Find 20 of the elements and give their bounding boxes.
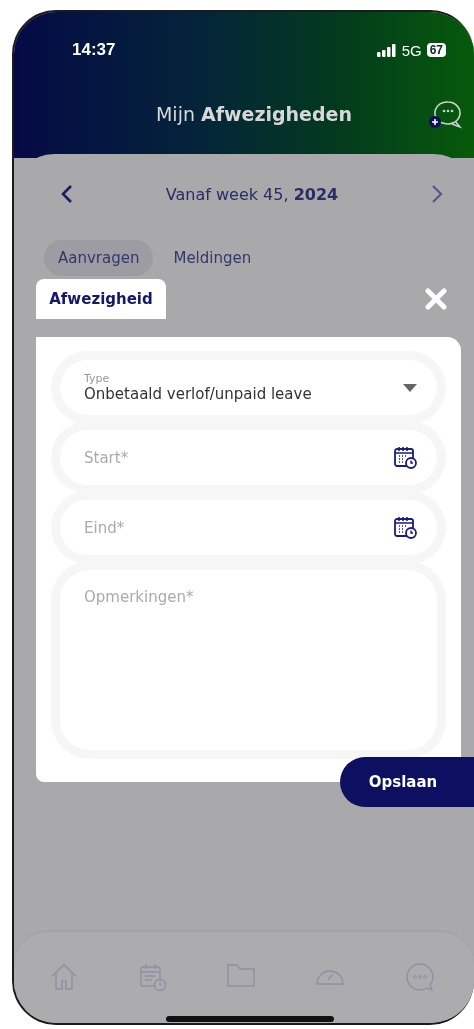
tab[interactable]: Meldingen bbox=[159, 240, 266, 276]
previous-week-button[interactable] bbox=[60, 184, 74, 204]
next-week-button[interactable] bbox=[430, 184, 444, 204]
battery-level: 67 bbox=[426, 43, 446, 57]
signal-icon bbox=[376, 43, 397, 57]
dropdown-icon bbox=[403, 383, 417, 392]
page-title: Mijn Afwezigheden bbox=[155, 103, 353, 125]
calendar-icon[interactable] bbox=[394, 516, 417, 539]
calendar-icon[interactable] bbox=[394, 446, 417, 469]
calendar-clock-icon[interactable] bbox=[137, 962, 168, 992]
network-label: 5G bbox=[401, 41, 422, 59]
save-button[interactable]: Opslaan bbox=[340, 757, 474, 807]
folder-icon[interactable] bbox=[225, 962, 256, 988]
chat-icon[interactable] bbox=[404, 962, 435, 992]
week-label: Vanaf week 45, 2024 bbox=[165, 184, 339, 204]
close-icon[interactable] bbox=[425, 288, 447, 310]
status-time: 14:37 bbox=[72, 40, 116, 60]
new-chat-icon[interactable] bbox=[428, 100, 462, 130]
tab[interactable]: Aanvragen bbox=[44, 240, 154, 276]
dialog-title: Afwezigheid bbox=[36, 279, 166, 319]
